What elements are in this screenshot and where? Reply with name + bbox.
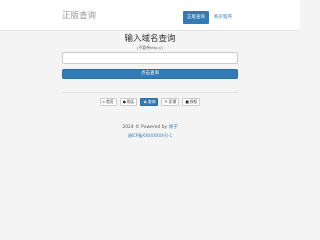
home-icon: ⌂ [102, 99, 105, 104]
quick-links: ⌂ 首页 ● 购买 ♟ 查询 ✎ 反馈 ■ 授权 [0, 98, 300, 106]
nav-tab-query[interactable]: 正版查询 [183, 11, 209, 24]
author-link[interactable]: 易子 [169, 125, 178, 130]
pencil-icon: ✎ [164, 99, 168, 104]
link-home-label: 首页 [105, 99, 114, 104]
input-hint: (不要带http://) [137, 45, 163, 50]
link-home-button[interactable]: ⌂ 首页 [99, 98, 117, 106]
link-feedback-button[interactable]: ✎ 反馈 [161, 98, 180, 106]
icp-link[interactable]: 湘ICP备XXXXXXXX号-1 [0, 133, 300, 139]
divider [62, 92, 238, 93]
copyright: 2024 © Powered by 易子 [0, 124, 300, 131]
lock-icon: ■ [185, 99, 189, 104]
link-feedback-label: 反馈 [168, 99, 177, 104]
navbar: 正版查询 正版查询 购买程序 [0, 0, 300, 31]
brand-title[interactable]: 正版查询 [62, 11, 96, 21]
link-query-label: 查询 [147, 99, 156, 104]
domain-input[interactable] [62, 52, 238, 64]
user-icon: ♟ [143, 99, 147, 104]
link-query-button[interactable]: ♟ 查询 [140, 98, 159, 106]
link-buy-button[interactable]: ● 购买 [119, 98, 138, 106]
page-title: 输入域名查询 [124, 34, 176, 44]
link-auth-button[interactable]: ■ 授权 [182, 98, 201, 106]
link-auth-label: 授权 [189, 99, 198, 104]
query-button[interactable]: 点击查询 [62, 69, 238, 79]
copyright-text: 2024 © Powered by [122, 125, 168, 130]
nav-tab-buy[interactable]: 购买程序 [214, 11, 232, 24]
cart-icon: ● [122, 99, 126, 104]
link-buy-label: 购买 [126, 99, 135, 104]
